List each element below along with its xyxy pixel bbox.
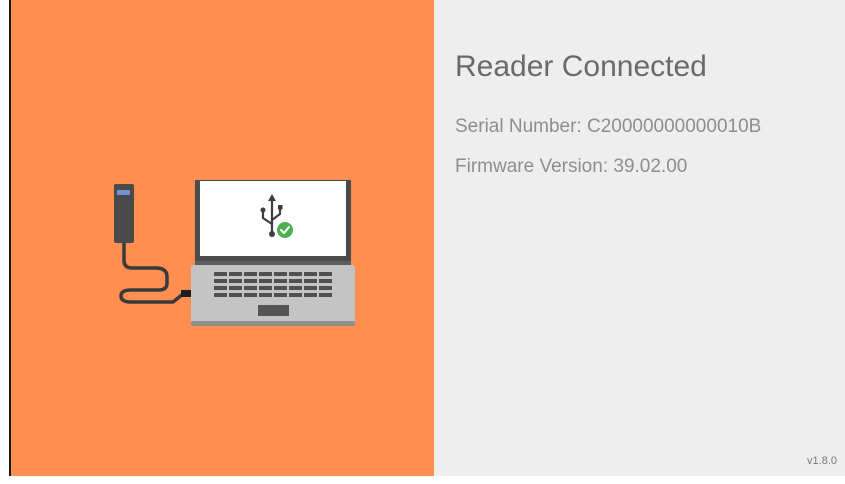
illustration-panel [9,0,434,476]
firmware-version-text: Firmware Version: 39.02.00 [455,156,688,177]
touchpad [258,305,289,316]
status-panel: Reader Connected Serial Number: C2000000… [434,0,845,476]
app-version-label: v1.8.0 [807,455,837,467]
reader-laptop-illustration [114,180,355,326]
card-reader-icon [114,184,134,243]
serial-number-text: Serial Number: C20000000000010B [455,116,762,137]
check-badge-icon [277,222,293,238]
page-title: Reader Connected [455,50,707,83]
usb-cable [119,238,185,304]
bottom-edge [0,476,845,484]
app-window: Reader Connected Serial Number: C2000000… [0,0,845,484]
